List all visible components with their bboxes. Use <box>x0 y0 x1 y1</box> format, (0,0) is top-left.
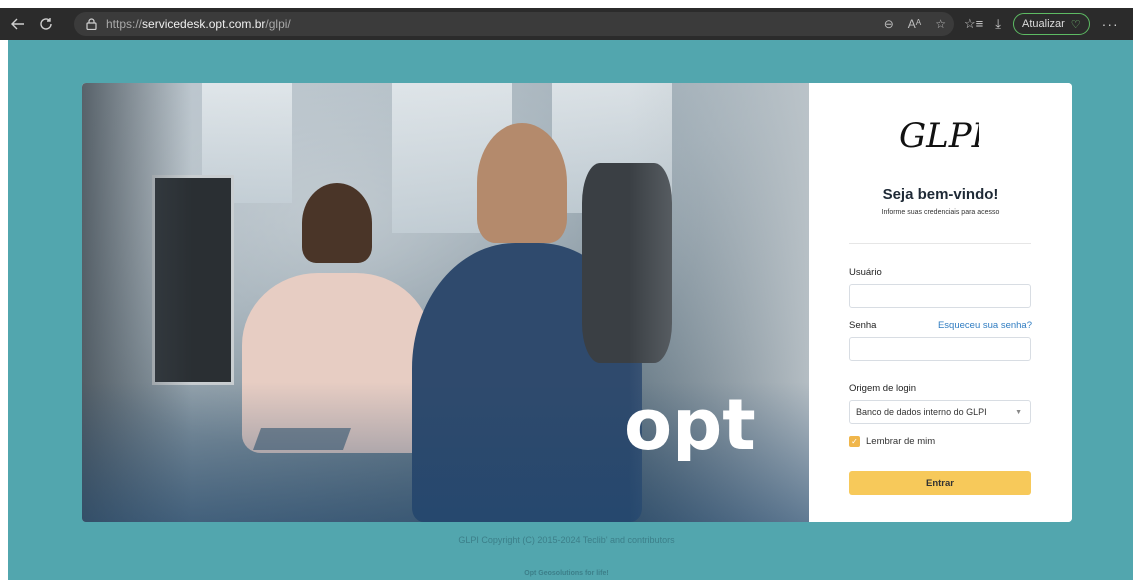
divider <box>849 243 1031 244</box>
more-menu-icon[interactable]: ··· <box>1102 16 1119 32</box>
login-card: opt GLPI Seja bem-vindo! Informe suas cr… <box>82 83 1072 522</box>
login-origin-value: Banco de dados interno do GLPI <box>856 407 987 417</box>
url-host: servicedesk.opt.com.br <box>142 17 266 31</box>
remember-label: Lembrar de mim <box>866 436 936 447</box>
arrow-left-icon <box>11 18 24 30</box>
forgot-password-link[interactable]: Esqueceu sua senha? <box>938 320 1032 331</box>
opt-logo: opt <box>624 391 756 461</box>
lock-icon <box>84 17 98 31</box>
read-aloud-icon[interactable]: Aᴬ <box>908 17 921 31</box>
chevron-down-icon: ▼ <box>1015 409 1022 416</box>
welcome-subtitle: Informe suas credenciais para acesso <box>881 209 1000 216</box>
login-origin-label: Origem de login <box>849 383 917 394</box>
password-label: Senha <box>849 320 877 331</box>
opt-logo-text: opt <box>624 391 756 461</box>
url-prefix: https:// <box>106 17 143 31</box>
welcome-title: Seja bem-vindo! <box>882 186 999 203</box>
password-input[interactable] <box>849 337 1031 361</box>
person-head <box>302 183 372 263</box>
username-label: Usuário <box>849 267 882 278</box>
glpi-logo-text: GLPI <box>899 116 979 155</box>
login-origin-select[interactable]: Banco de dados interno do GLPI ▼ <box>849 400 1031 424</box>
update-button[interactable]: Atualizar ♡ <box>1013 13 1090 35</box>
address-bar[interactable]: https://servicedesk.opt.com.br/glpi/ ⊖ A… <box>74 12 954 36</box>
tagline-text: Opt Geosolutions for life! <box>524 570 609 577</box>
star-icon[interactable]: ☆ <box>935 17 946 31</box>
back-button[interactable] <box>4 10 32 38</box>
username-input[interactable] <box>849 284 1031 308</box>
update-label: Atualizar <box>1022 18 1065 30</box>
glpi-logo: GLPI <box>899 116 979 155</box>
page-background: opt GLPI Seja bem-vindo! Informe suas cr… <box>8 40 1133 580</box>
refresh-button[interactable] <box>32 10 60 38</box>
refresh-icon <box>40 18 52 30</box>
login-button[interactable]: Entrar <box>849 471 1031 495</box>
remember-me[interactable]: ✓ Lembrar de mim <box>849 436 935 447</box>
url-path: /glpi/ <box>265 17 291 31</box>
browser-toolbar: https://servicedesk.opt.com.br/glpi/ ⊖ A… <box>0 8 1133 40</box>
favorites-icon[interactable]: ☆≡ <box>964 16 983 32</box>
download-icon[interactable]: ⤓ <box>995 16 1001 32</box>
login-panel: GLPI Seja bem-vindo! Informe suas creden… <box>809 83 1072 522</box>
zoom-icon[interactable]: ⊖ <box>884 17 894 31</box>
remember-checkbox[interactable]: ✓ <box>849 436 860 447</box>
copyright-text: GLPI Copyright (C) 2015-2024 Teclib' and… <box>458 535 675 545</box>
person-head <box>477 123 567 243</box>
heart-icon: ♡ <box>1070 18 1081 31</box>
hero-image: opt <box>82 83 809 522</box>
